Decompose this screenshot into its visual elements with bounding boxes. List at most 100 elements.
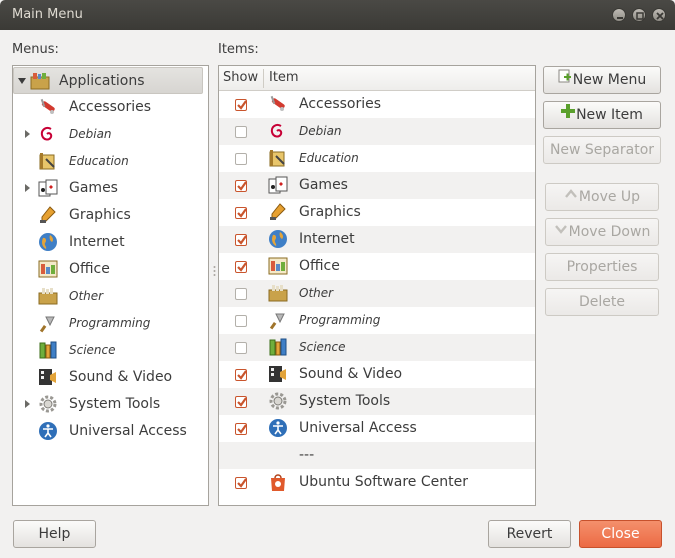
- item-row-system-tools[interactable]: System Tools: [219, 388, 535, 415]
- menu-item-office[interactable]: Office: [13, 256, 203, 283]
- item-row-graphics[interactable]: Graphics: [219, 199, 535, 226]
- item-row-office[interactable]: Office: [219, 253, 535, 280]
- menu-item-label: Games: [69, 180, 118, 196]
- show-checkbox[interactable]: [235, 315, 247, 327]
- help-button[interactable]: Help: [13, 520, 96, 548]
- item-label: Accessories: [299, 96, 382, 112]
- show-checkbox[interactable]: [235, 99, 247, 111]
- item-row-sound-video[interactable]: Sound & Video: [219, 361, 535, 388]
- sound-video-icon: [38, 367, 58, 387]
- pane-resize-grip[interactable]: [213, 265, 216, 277]
- column-show[interactable]: Show: [223, 70, 258, 85]
- show-checkbox[interactable]: [235, 423, 247, 435]
- new-menu-icon: [558, 66, 572, 92]
- item-row-debian[interactable]: Debian: [219, 118, 535, 145]
- menu-item-other[interactable]: Other: [13, 283, 203, 310]
- menu-item-label: System Tools: [69, 396, 161, 412]
- menu-item-system-tools[interactable]: System Tools: [13, 391, 203, 418]
- programming-trowel-icon: [268, 310, 288, 330]
- expander-open-icon[interactable]: [18, 78, 26, 84]
- maximize-icon: [636, 12, 644, 20]
- show-checkbox[interactable]: [235, 126, 247, 138]
- maximize-button[interactable]: [632, 8, 646, 22]
- software-center-bag-icon: [268, 472, 288, 492]
- menu-item-accessories[interactable]: Accessories: [13, 94, 203, 121]
- menu-item-label: Accessories: [69, 99, 152, 115]
- item-row-internet[interactable]: Internet: [219, 226, 535, 253]
- arrow-down-icon: [554, 218, 568, 244]
- item-row-universal-access[interactable]: Universal Access: [219, 415, 535, 442]
- show-checkbox[interactable]: [235, 153, 247, 165]
- menu-item-graphics[interactable]: Graphics: [13, 202, 203, 229]
- expander-closed-icon[interactable]: [25, 400, 30, 408]
- column-item[interactable]: Item: [269, 70, 299, 85]
- menu-item-science[interactable]: Science: [13, 337, 203, 364]
- menu-item-debian[interactable]: Debian: [13, 121, 203, 148]
- universal-access-icon: [268, 418, 288, 438]
- sound-video-icon: [268, 364, 288, 384]
- menu-item-education[interactable]: Education: [13, 148, 203, 175]
- checkmark-icon: [237, 262, 247, 272]
- new-separator-button[interactable]: New Separator: [543, 136, 661, 164]
- other-folder-icon: [38, 286, 58, 306]
- show-checkbox[interactable]: [235, 261, 247, 273]
- item-row-science[interactable]: Science: [219, 334, 535, 361]
- arrow-up-icon: [564, 183, 578, 209]
- properties-button[interactable]: Properties: [545, 253, 659, 281]
- show-checkbox[interactable]: [235, 288, 247, 300]
- minimize-button[interactable]: [612, 8, 626, 22]
- menu-item-universal-access[interactable]: Universal Access: [13, 418, 203, 445]
- show-checkbox[interactable]: [235, 396, 247, 408]
- separator-row[interactable]: ---: [219, 442, 535, 469]
- expander-closed-icon[interactable]: [25, 184, 30, 192]
- window-title: Main Menu: [12, 7, 83, 22]
- menu-item-label: Programming: [69, 316, 151, 330]
- item-row-games[interactable]: Games: [219, 172, 535, 199]
- item-row-accessories[interactable]: Accessories: [219, 91, 535, 118]
- education-icon: [38, 151, 58, 171]
- applications-folder-icon: [30, 71, 50, 91]
- move-down-button[interactable]: Move Down: [545, 218, 659, 246]
- checkmark-icon: [237, 208, 247, 218]
- science-icon: [268, 337, 288, 357]
- items-list[interactable]: Show Item Accessories Debian Education Game…: [218, 65, 536, 506]
- menu-item-applications[interactable]: Applications: [13, 67, 203, 94]
- office-icon: [268, 256, 288, 276]
- show-checkbox[interactable]: [235, 369, 247, 381]
- internet-globe-icon: [38, 232, 58, 252]
- new-item-button[interactable]: New Item: [543, 101, 661, 129]
- item-row-ubuntu-software-center[interactable]: Ubuntu Software Center: [219, 469, 535, 496]
- close-window-button[interactable]: [652, 8, 666, 22]
- item-label: Universal Access: [299, 420, 417, 436]
- games-cards-icon: [268, 175, 288, 195]
- debian-swirl-icon: [268, 121, 288, 141]
- delete-button[interactable]: Delete: [545, 288, 659, 316]
- games-cards-icon: [38, 178, 58, 198]
- menu-item-label: Internet: [69, 234, 125, 250]
- show-checkbox[interactable]: [235, 342, 247, 354]
- show-checkbox[interactable]: [235, 207, 247, 219]
- menu-item-sound-video[interactable]: Sound & Video: [13, 364, 203, 391]
- checkmark-icon: [237, 478, 247, 488]
- expander-closed-icon[interactable]: [25, 130, 30, 138]
- item-label: Science: [299, 340, 346, 354]
- menus-tree[interactable]: Applications Accessories Debian Education Ga…: [12, 65, 209, 506]
- menu-item-internet[interactable]: Internet: [13, 229, 203, 256]
- item-row-education[interactable]: Education: [219, 145, 535, 172]
- menu-item-games[interactable]: Games: [13, 175, 203, 202]
- other-folder-icon: [268, 283, 288, 303]
- new-menu-button[interactable]: New Menu: [543, 66, 661, 94]
- revert-button[interactable]: Revert: [488, 520, 571, 548]
- close-button[interactable]: Close: [579, 520, 662, 548]
- show-checkbox[interactable]: [235, 477, 247, 489]
- item-row-programming[interactable]: Programming: [219, 307, 535, 334]
- menu-item-programming[interactable]: Programming: [13, 310, 203, 337]
- item-row-other[interactable]: Other: [219, 280, 535, 307]
- move-up-button[interactable]: Move Up: [545, 183, 659, 211]
- show-checkbox[interactable]: [235, 180, 247, 192]
- office-icon: [38, 259, 58, 279]
- title-bar[interactable]: Main Menu: [0, 0, 675, 30]
- checkmark-icon: [237, 235, 247, 245]
- show-checkbox[interactable]: [235, 234, 247, 246]
- item-label: Office: [299, 258, 340, 274]
